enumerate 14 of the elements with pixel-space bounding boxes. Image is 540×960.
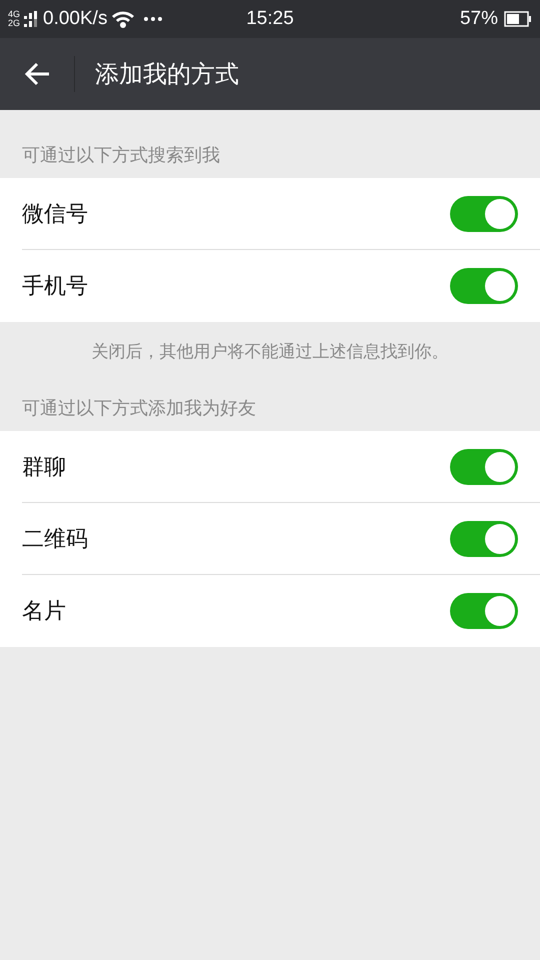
- battery-percent: 57%: [460, 8, 498, 30]
- section-heading: 可通过以下方式添加我为好友: [21, 397, 257, 421]
- section-heading: 可通过以下方式搜索到我: [21, 144, 221, 168]
- page-title: 添加我的方式: [95, 59, 239, 90]
- setting-label: 二维码: [22, 526, 88, 554]
- setting-label: 手机号: [22, 273, 88, 301]
- setting-label: 微信号: [22, 200, 88, 228]
- clock-time: 15:25: [246, 8, 294, 30]
- network-label: 4G: [8, 10, 20, 19]
- section-note: 关闭后，其他用户将不能通过上述信息找到你。: [90, 341, 450, 363]
- setting-label: 名片: [22, 598, 66, 626]
- network-speed: 0.00K/s: [43, 8, 108, 30]
- network-label: 2G: [8, 19, 20, 28]
- setting-label: 群聊: [22, 454, 66, 482]
